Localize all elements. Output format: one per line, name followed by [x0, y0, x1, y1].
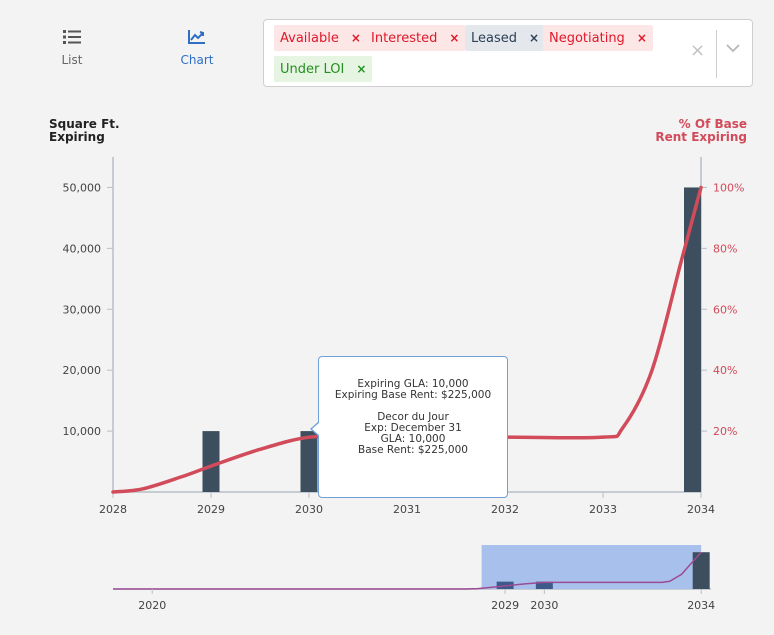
filter-tag-negotiating: Negotiating × — [543, 25, 653, 51]
expiring-sqft-bar — [202, 431, 220, 492]
filter-tag-under-loi: Under LOI × — [274, 56, 373, 82]
chart-icon — [188, 30, 205, 44]
remove-tag-icon[interactable]: × — [529, 31, 539, 45]
chevron-down-icon[interactable] — [726, 38, 740, 57]
filter-tag-label: Negotiating — [549, 31, 625, 46]
expiring-sqft-bar — [684, 187, 701, 493]
tooltip-line: Base Rent: $225,000 — [358, 444, 468, 456]
chart-view-toggle[interactable]: Chart — [157, 30, 237, 67]
remove-tag-icon[interactable]: × — [356, 62, 366, 76]
tooltip-arrow-inner — [312, 422, 320, 436]
left-tick-label: 20,000 — [63, 364, 102, 377]
navigator-tick-label: 2034 — [687, 599, 715, 612]
right-tick-label: 60% — [713, 303, 737, 316]
navigator-tick-label: 2030 — [530, 599, 558, 612]
filter-tag-label: Interested — [371, 31, 438, 46]
remove-tag-icon[interactable]: × — [351, 31, 361, 45]
chart-tooltip: Expiring GLA: 10,000 Expiring Base Rent:… — [318, 356, 508, 498]
right-tick-label: 40% — [713, 364, 737, 377]
navigator-tick-label: 2029 — [491, 599, 519, 612]
navigator-bar — [692, 552, 710, 589]
clear-all-icon[interactable]: × — [690, 40, 705, 61]
left-tick-label: 40,000 — [63, 242, 102, 255]
right-tick-label: 20% — [713, 425, 737, 438]
left-tick-label: 10,000 — [63, 425, 102, 438]
right-axis-title: % Of Base Rent Expiring — [655, 118, 747, 144]
list-view-label: List — [61, 53, 83, 67]
chart-view-label: Chart — [180, 53, 214, 67]
x-tick-label: 2031 — [393, 503, 421, 516]
filter-tag-leased: Leased × — [465, 25, 546, 51]
expiration-chart: 10,000 20,000 30,000 40,000 50,000 20% 40% 60% 8… — [63, 157, 744, 612]
left-axis-title: Square Ft. Expiring — [49, 118, 120, 144]
tooltip-line: Expiring Base Rent: $225,000 — [334, 389, 492, 401]
navigator-bar — [535, 581, 553, 589]
remove-tag-icon[interactable]: × — [637, 31, 647, 45]
filter-tag-label: Available — [280, 31, 339, 46]
navigator-tick-label: 2020 — [138, 599, 166, 612]
left-tick-label: 50,000 — [63, 181, 102, 194]
left-tick-label: 30,000 — [63, 303, 102, 316]
x-tick-label: 2034 — [687, 503, 715, 516]
expiring-sqft-bar — [300, 431, 318, 492]
filter-tag-available: Available × — [274, 25, 367, 51]
x-tick-label: 2032 — [491, 503, 519, 516]
navigator-selection — [481, 545, 702, 589]
filter-tag-label: Leased — [471, 31, 518, 46]
filter-tag-interested: Interested × — [365, 25, 466, 51]
list-view-toggle[interactable]: List — [32, 30, 112, 67]
x-tick-label: 2029 — [197, 503, 225, 516]
right-tick-label: 80% — [713, 242, 737, 255]
remove-tag-icon[interactable]: × — [449, 31, 459, 45]
x-tick-label: 2028 — [99, 503, 127, 516]
x-tick-label: 2033 — [589, 503, 617, 516]
right-axis-title-line: Rent Expiring — [655, 130, 747, 144]
right-tick-label: 100% — [713, 181, 744, 194]
list-icon — [63, 30, 81, 44]
x-tick-label: 2030 — [295, 503, 323, 516]
divider — [716, 30, 717, 78]
filter-tag-label: Under LOI — [280, 62, 345, 77]
navigator-line — [113, 551, 702, 590]
navigator-bar — [496, 581, 514, 589]
left-axis-title-line: Expiring — [49, 130, 105, 144]
status-filter-select[interactable]: Available × Interested × Leased × Negotiati… — [263, 19, 753, 87]
